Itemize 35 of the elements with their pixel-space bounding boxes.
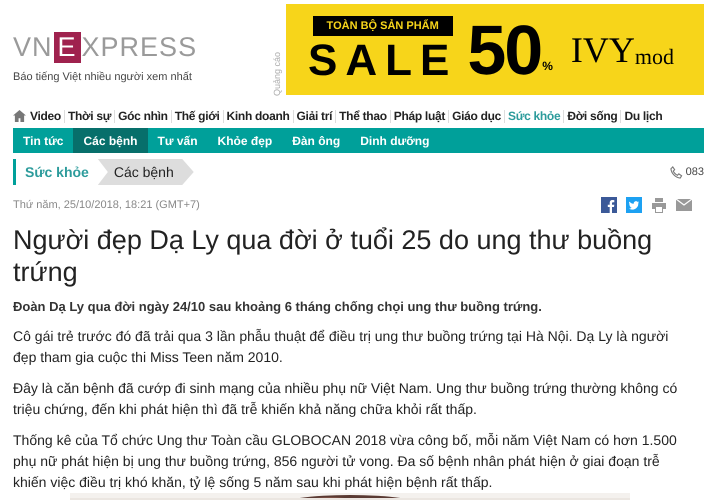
article-paragraph: Thống kê của Tổ chức Ung thư Toàn cầu GLOBOCAN 2018 vừa công bố, mỗi năm Việt Nam có hơn 1.500 phụ nữ phát hiện bị ung thư buồng trứng, 856 người tử vong. Đa số bệnh nhân phát hiện ở giai đoạn trễ khiến việc điều trị khó khăn, tỷ lệ sống 5 năm sau khi phát hiện bệnh rất thấp.	[13, 431, 678, 492]
nav-link[interactable]: Thời sự	[64, 110, 114, 122]
nav-link[interactable]: Pháp luật	[390, 110, 448, 122]
ad-number: 50	[467, 14, 542, 84]
article-title: Người đẹp Dạ Ly qua đời ở tuổi 25 do ung thư buồng trứng	[13, 224, 654, 288]
facebook-icon[interactable]	[601, 197, 617, 214]
ad-brand-suffix: mod	[634, 46, 674, 68]
section-tab[interactable]: Các bệnh	[73, 128, 148, 153]
ad-headline: SALE	[308, 39, 458, 84]
nav-link[interactable]: Thể thao	[335, 110, 390, 122]
phone-icon	[670, 166, 683, 178]
ad-brand: IVY	[570, 32, 635, 68]
tagline: Báo tiếng Việt nhiều người xem nhất	[13, 70, 193, 85]
nav-link[interactable]: Đời sống	[563, 110, 620, 122]
nav-link[interactable]: Giải trí	[292, 110, 336, 122]
twitter-icon[interactable]	[626, 197, 642, 214]
nav-link[interactable]: Du lịch	[620, 110, 666, 122]
ad-tagline: TOÀN BỘ SẢN PHẨM	[312, 16, 453, 36]
nav-link[interactable]: Góc nhìn	[114, 110, 171, 122]
ad-percent: %	[542, 58, 553, 74]
article-date: Thứ năm, 25/10/2018, 18:21 (GMT+7)	[13, 198, 200, 213]
nav-link[interactable]: Kinh doanh	[222, 110, 293, 122]
nav-link[interactable]: Video	[27, 110, 64, 122]
ad-label: Quảng cáo	[272, 52, 283, 96]
nav-link[interactable]: Thế giới	[170, 110, 223, 122]
logo[interactable]: VN E XPRESS	[13, 32, 272, 63]
article-paragraph: Đây là căn bệnh đã cướp đi sinh mạng của nhiều phụ nữ Việt Nam. Ung thư buồng trứng thường không có triệu chứng, đến khi phát hiện thì đã trễ khiến khả năng chữa khỏi rất thấp.	[13, 379, 678, 419]
home-icon[interactable]	[13, 110, 26, 122]
print-icon[interactable]	[651, 198, 667, 213]
article-paragraph: Cô gái trẻ trước đó đã trải qua 3 lần phẫu thuật để điều trị ung thư buồng trứng tại Hà Nội. Dạ Ly là người đẹp tham gia cuộc thi Miss Teen năm 2010.	[13, 327, 670, 367]
mail-icon[interactable]	[676, 199, 692, 212]
article-lead: Đoàn Dạ Ly qua đời ngày 24/10 sau khoảng 6 tháng chống chọi ung thư buồng trứng.	[13, 298, 543, 316]
hotline: 083	[686, 164, 704, 180]
breadcrumb-link[interactable]: Các bệnh	[98, 159, 194, 185]
nav-link[interactable]: Giáo dục	[448, 110, 504, 122]
